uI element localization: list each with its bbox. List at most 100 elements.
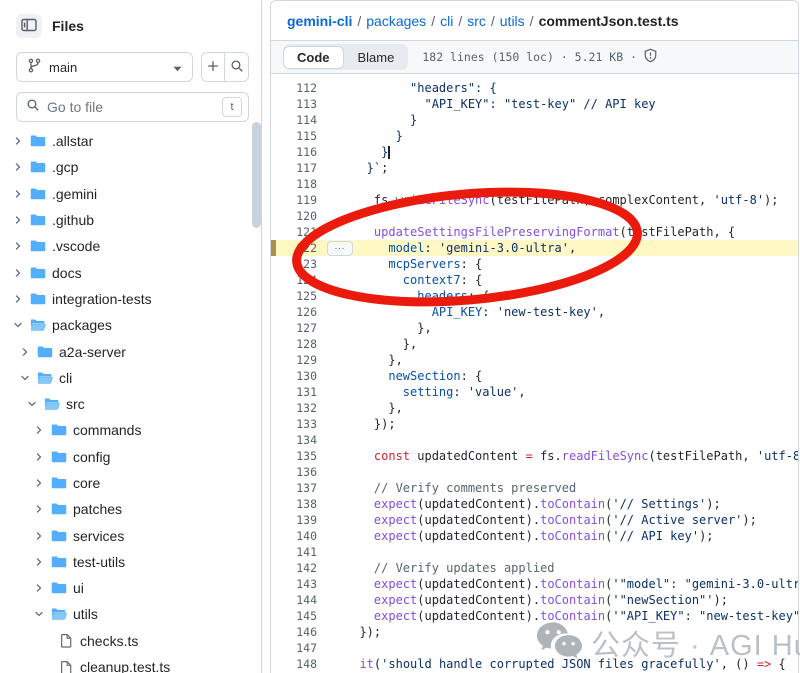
line-content: expect(updatedContent).toContain('"API_K… <box>345 609 799 623</box>
tree-item-.gemini[interactable]: .gemini <box>0 181 261 207</box>
line-content: // Verify comments preserved <box>345 481 576 495</box>
line-number[interactable]: 136 <box>271 465 317 479</box>
chevron-down-icon <box>173 60 182 75</box>
line-number[interactable]: 146 <box>271 625 317 639</box>
breadcrumb-link-utils[interactable]: utils <box>500 13 525 29</box>
line-number[interactable]: 126 <box>271 305 317 319</box>
branch-selector[interactable]: main <box>16 52 193 82</box>
line-number[interactable]: 118 <box>271 177 317 191</box>
breadcrumb-separator: / <box>453 13 467 29</box>
tree-item-.github[interactable]: .github <box>0 207 261 233</box>
line-number[interactable]: 134 <box>271 433 317 447</box>
line-number[interactable]: 144 <box>271 593 317 607</box>
line-number[interactable]: 125 <box>271 289 317 303</box>
line-number[interactable]: 119 <box>271 193 317 207</box>
chevron-icon <box>19 372 31 384</box>
line-number[interactable]: 140 <box>271 529 317 543</box>
line-number[interactable]: 130 <box>271 369 317 383</box>
tree-item-utils[interactable]: utils <box>0 601 261 627</box>
tree-item-label: commands <box>73 422 141 438</box>
tree-item-.allstar[interactable]: .allstar <box>0 128 261 154</box>
line-number[interactable]: 135 <box>271 449 317 463</box>
tree-item-src[interactable]: src <box>0 391 261 417</box>
code-line-130: 130 newSection: { <box>271 368 798 384</box>
line-number[interactable]: 115 <box>271 129 317 143</box>
tree-item-commands[interactable]: commands <box>0 417 261 443</box>
tree-item-cli[interactable]: cli <box>0 365 261 391</box>
line-number[interactable]: 133 <box>271 417 317 431</box>
go-to-file-input[interactable] <box>47 99 215 115</box>
line-content: "headers": { <box>345 81 497 95</box>
tree-item-config[interactable]: config <box>0 444 261 470</box>
tree-search-button[interactable] <box>225 53 248 81</box>
line-number[interactable]: 147 <box>271 641 317 655</box>
tree-item-integration-tests[interactable]: integration-tests <box>0 286 261 312</box>
line-context-menu-button[interactable]: ... <box>327 241 353 256</box>
chevron-icon <box>26 398 38 410</box>
line-number[interactable]: 112 <box>271 81 317 95</box>
chevron-icon <box>12 188 24 200</box>
tree-item-.vscode[interactable]: .vscode <box>0 233 261 259</box>
go-to-file-box: t <box>16 92 249 122</box>
tree-item-a2a-server[interactable]: a2a-server <box>0 338 261 364</box>
tree-item-services[interactable]: services <box>0 522 261 548</box>
line-number[interactable]: 123 <box>271 257 317 271</box>
line-content: setting: 'value', <box>345 385 526 399</box>
tree-item-label: core <box>73 475 100 491</box>
line-number[interactable]: 113 <box>271 97 317 111</box>
tab-blame[interactable]: Blame <box>344 46 409 69</box>
tab-code[interactable]: Code <box>283 46 344 69</box>
tree-item-cleanup.test.ts[interactable]: cleanup.test.ts <box>0 654 261 673</box>
folder-icon <box>37 344 53 360</box>
tree-item-core[interactable]: core <box>0 470 261 496</box>
tree-item-label: integration-tests <box>52 291 152 307</box>
line-number[interactable]: 143 <box>271 577 317 591</box>
line-number[interactable]: 129 <box>271 353 317 367</box>
line-content: expect(updatedContent).toContain('"newSe… <box>345 593 728 607</box>
tree-item-label: services <box>73 528 124 544</box>
chevron-icon <box>12 319 24 331</box>
line-content: }, <box>345 337 417 351</box>
line-number[interactable]: 121 <box>271 225 317 239</box>
line-number[interactable]: 127 <box>271 321 317 335</box>
tree-item-test-utils[interactable]: test-utils <box>0 549 261 575</box>
breadcrumb-repo-link[interactable]: gemini-cli <box>287 13 352 29</box>
line-content: model: 'gemini-3.0-ultra', <box>345 241 576 255</box>
tree-item-checks.ts[interactable]: checks.ts <box>0 628 261 654</box>
sidebar-scrollbar-thumb[interactable] <box>252 122 261 228</box>
line-number[interactable]: 148 <box>271 657 317 671</box>
tree-item-ui[interactable]: ui <box>0 575 261 601</box>
breadcrumb-link-cli[interactable]: cli <box>440 13 453 29</box>
line-number[interactable]: 142 <box>271 561 317 575</box>
line-number[interactable]: 128 <box>271 337 317 351</box>
code-line-133: 133 }); <box>271 416 798 432</box>
tree-item-label: .gemini <box>52 186 97 202</box>
code-blame-switch: Code Blame <box>283 44 408 70</box>
line-number[interactable]: 120 <box>271 209 317 223</box>
line-number[interactable]: 132 <box>271 401 317 415</box>
chevron-icon <box>33 477 45 489</box>
line-number[interactable]: 139 <box>271 513 317 527</box>
tree-item-docs[interactable]: docs <box>0 259 261 285</box>
line-number[interactable]: 114 <box>271 113 317 127</box>
shield-icon[interactable] <box>643 48 658 66</box>
line-number[interactable]: 122 <box>271 241 317 255</box>
line-content: API_KEY: 'new-test-key', <box>345 305 605 319</box>
line-number[interactable]: 117 <box>271 161 317 175</box>
sidebar-collapse-button[interactable] <box>16 14 42 38</box>
line-number[interactable]: 137 <box>271 481 317 495</box>
tree-item-packages[interactable]: packages <box>0 312 261 338</box>
code-line-128: 128 }, <box>271 336 798 352</box>
line-number[interactable]: 124 <box>271 273 317 287</box>
breadcrumb-link-packages[interactable]: packages <box>366 13 426 29</box>
line-number[interactable]: 138 <box>271 497 317 511</box>
line-number[interactable]: 141 <box>271 545 317 559</box>
tree-item-.gcp[interactable]: .gcp <box>0 154 261 180</box>
line-number[interactable]: 116 <box>271 145 317 159</box>
tree-item-patches[interactable]: patches <box>0 496 261 522</box>
new-file-button[interactable] <box>202 53 225 81</box>
line-number[interactable]: 131 <box>271 385 317 399</box>
line-number[interactable]: 145 <box>271 609 317 623</box>
breadcrumb-link-src[interactable]: src <box>467 13 486 29</box>
folder-icon <box>30 291 46 307</box>
